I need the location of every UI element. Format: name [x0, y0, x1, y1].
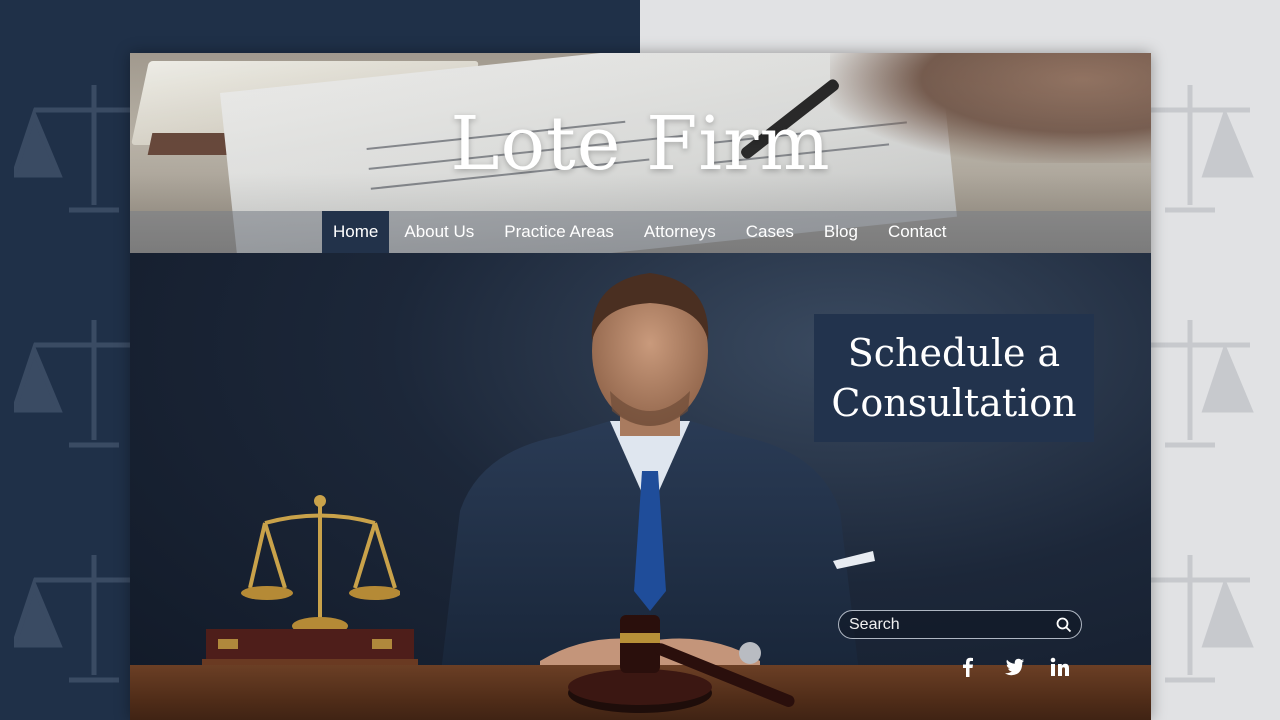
hero-section: Schedule a Consultation	[130, 253, 1151, 720]
nav-item-home[interactable]: Home	[322, 211, 390, 253]
twitter-icon[interactable]	[1002, 655, 1026, 679]
linkedin-icon[interactable]	[1048, 655, 1072, 679]
social-links	[956, 655, 1072, 679]
cta-line-1: Schedule a	[847, 331, 1061, 375]
nav-item-cases[interactable]: Cases	[731, 211, 809, 253]
nav-item-about-us[interactable]: About Us	[389, 211, 489, 253]
nav-items: Home About Us Practice Areas Attorneys C…	[322, 211, 962, 253]
header-banner: Lote Firm Home About Us Practice Areas A…	[130, 53, 1151, 253]
nav-item-blog[interactable]: Blog	[809, 211, 873, 253]
nav-item-practice-areas[interactable]: Practice Areas	[489, 211, 629, 253]
scales-watermark-icon	[1140, 75, 1270, 225]
website-frame: Lote Firm Home About Us Practice Areas A…	[130, 53, 1151, 720]
scales-watermark-icon	[10, 310, 154, 460]
search-box	[838, 610, 1082, 639]
scales-watermark-icon	[1140, 545, 1270, 695]
main-nav: Home About Us Practice Areas Attorneys C…	[130, 211, 1151, 253]
scales-watermark-icon	[1140, 310, 1270, 460]
search-icon[interactable]	[1056, 617, 1072, 633]
scales-of-justice-image	[241, 495, 400, 635]
nav-item-attorneys[interactable]: Attorneys	[629, 211, 731, 253]
cta-line-2: Consultation	[831, 381, 1077, 425]
search-input[interactable]	[849, 614, 1039, 636]
schedule-consultation-button[interactable]: Schedule a Consultation	[814, 314, 1094, 442]
nav-item-contact[interactable]: Contact	[873, 211, 962, 253]
brand-title: Lote Firm	[450, 101, 831, 187]
gavel-image	[568, 615, 795, 713]
scales-watermark-icon	[10, 75, 154, 225]
scales-watermark-icon	[10, 545, 154, 695]
facebook-icon[interactable]	[956, 655, 980, 679]
